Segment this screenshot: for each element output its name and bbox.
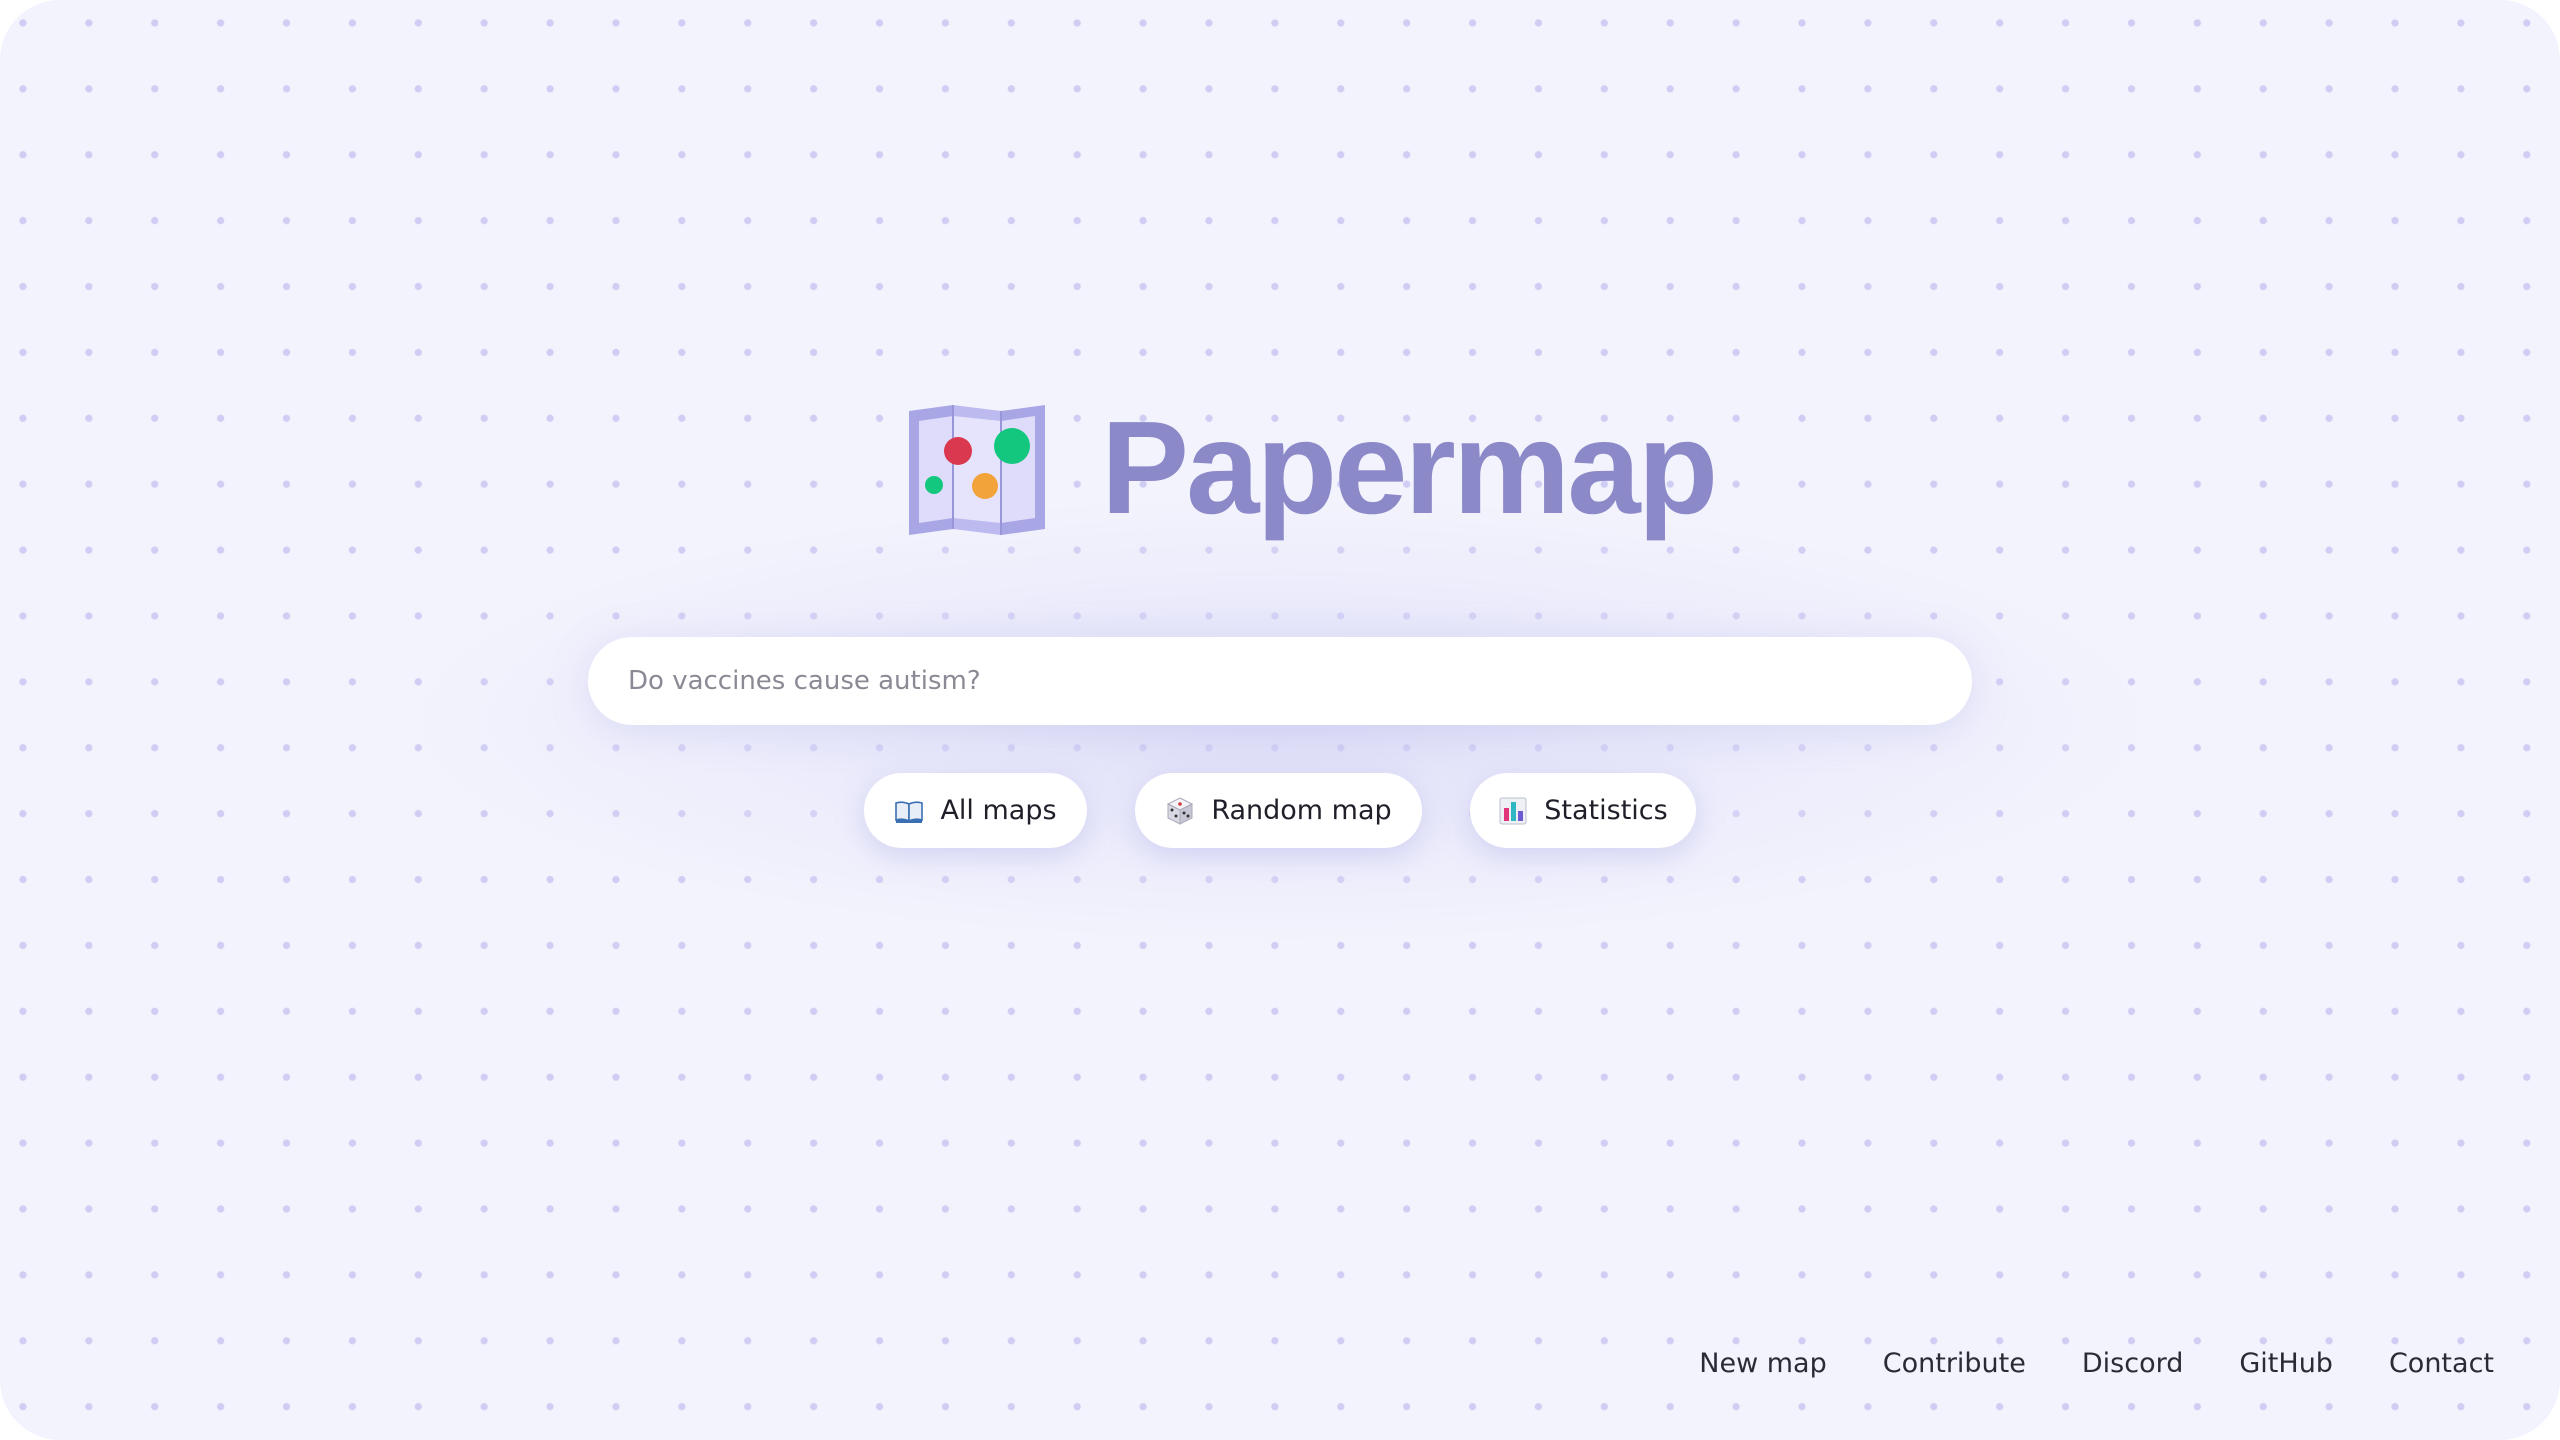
papermap-home: Papermap All maps Random map bbox=[0, 0, 2560, 1440]
statistics-label: Statistics bbox=[1544, 795, 1668, 826]
random-map-button[interactable]: Random map bbox=[1135, 773, 1422, 848]
search-bar[interactable] bbox=[588, 637, 1972, 725]
search-input[interactable] bbox=[588, 637, 1972, 725]
all-maps-button[interactable]: All maps bbox=[864, 773, 1087, 848]
all-maps-label: All maps bbox=[940, 795, 1057, 826]
footer-link-discord[interactable]: Discord bbox=[2082, 1348, 2184, 1379]
bar-chart-icon bbox=[1499, 797, 1527, 824]
open-book-icon bbox=[895, 800, 924, 823]
footer-link-github[interactable]: GitHub bbox=[2239, 1348, 2333, 1379]
random-map-label: Random map bbox=[1211, 795, 1392, 826]
footer-nav: New map Contribute Discord GitHub Contac… bbox=[1699, 1348, 2494, 1379]
statistics-button[interactable]: Statistics bbox=[1470, 773, 1696, 848]
folded-map-icon bbox=[909, 405, 1045, 535]
footer-link-contact[interactable]: Contact bbox=[2389, 1348, 2494, 1379]
brand-name: Papermap bbox=[1101, 394, 1718, 541]
brand-logo[interactable]: Papermap bbox=[905, 394, 1718, 541]
footer-link-new-map[interactable]: New map bbox=[1699, 1348, 1826, 1379]
footer-link-contribute[interactable]: Contribute bbox=[1883, 1348, 2026, 1379]
dice-icon bbox=[1167, 796, 1194, 825]
